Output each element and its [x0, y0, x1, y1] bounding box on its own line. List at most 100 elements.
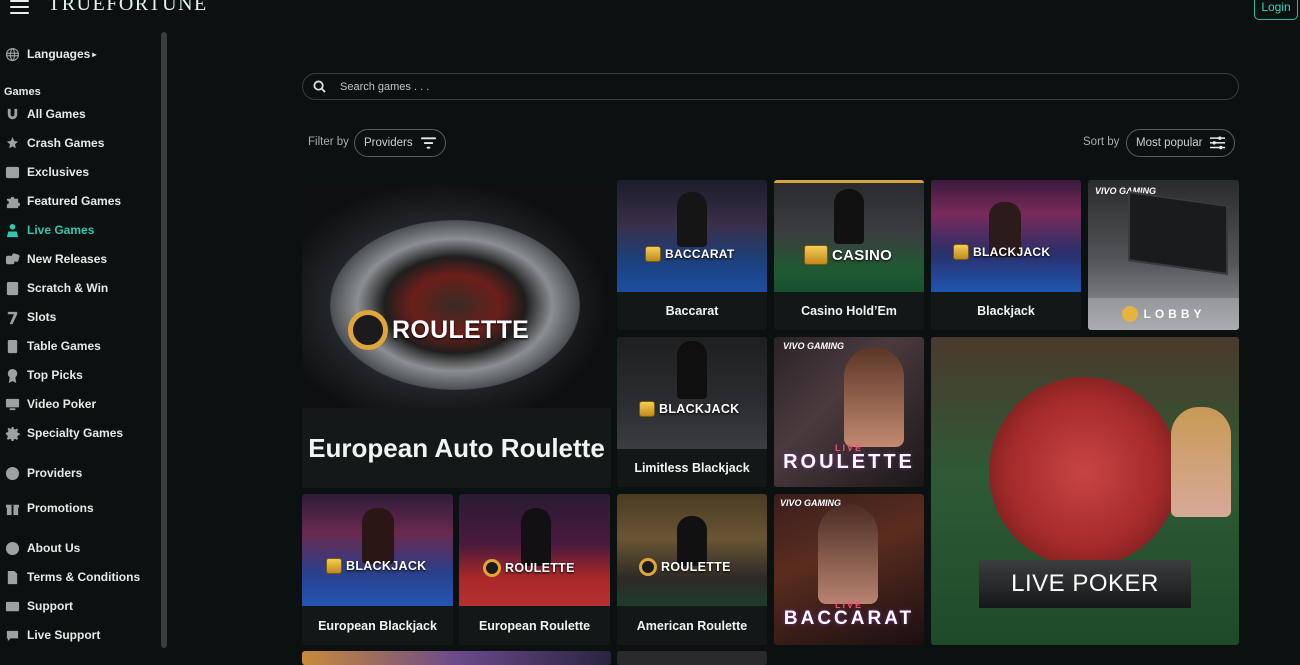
- game-tile[interactable]: LIVE POKER: [931, 337, 1239, 645]
- sidebar-item-label: Live Support: [27, 628, 101, 642]
- game-tile[interactable]: VIVO GAMING LOBBY: [1088, 180, 1239, 330]
- card-icon: [4, 338, 20, 354]
- filter-value: Providers: [364, 137, 413, 149]
- game-tile[interactable]: ROULETTE European Auto Roulette: [302, 180, 611, 488]
- game-thumbnail: BLACKJACK: [617, 337, 767, 449]
- medal-icon: [4, 367, 20, 383]
- scratch-card-icon: [4, 280, 20, 296]
- chip-icon: [4, 465, 20, 481]
- game-thumbnail: CASINO: [774, 180, 924, 292]
- sidebar-item-slots[interactable]: Slots: [4, 307, 56, 327]
- chat-icon: [4, 627, 20, 643]
- sidebar-item-video-poker[interactable]: Video Poker: [4, 394, 96, 414]
- game-brand-label: BACCARAT: [783, 608, 915, 629]
- game-tile[interactable]: BLACKJACK European Blackjack: [302, 494, 453, 645]
- gift-icon: [4, 500, 20, 516]
- sidebar-item-specialty-games[interactable]: Specialty Games: [4, 423, 123, 443]
- sidebar-item-providers[interactable]: Providers: [4, 463, 82, 483]
- game-thumbnail: BLACKJACK: [302, 494, 453, 606]
- puzzle-icon: [4, 193, 20, 209]
- game-thumbnail: ROULETTE: [459, 494, 610, 606]
- sidebar-item-new-releases[interactable]: New Releases: [4, 249, 107, 269]
- gear-icon: [4, 425, 20, 441]
- search-input[interactable]: [340, 80, 1200, 93]
- sort-value: Most popular: [1136, 137, 1203, 149]
- sidebar-item-label: Exclusives: [27, 165, 90, 179]
- sidebar-item-about-us[interactable]: About Us: [4, 538, 80, 558]
- game-title: European Roulette: [459, 606, 610, 645]
- sidebar-item-label: Featured Games: [27, 194, 122, 208]
- game-brand-label: ROULETTE: [483, 559, 575, 577]
- info-icon: [4, 540, 20, 556]
- dealer-figure: [677, 341, 707, 399]
- sidebar-item-terms-conditions[interactable]: Terms & Conditions: [4, 567, 140, 587]
- provider-logo: VIVO GAMING: [783, 341, 845, 351]
- games-heading: Games: [4, 86, 41, 98]
- sidebar-item-all-games[interactable]: All Games: [4, 104, 86, 124]
- game-tile[interactable]: VIVO GAMING LIVE ROULETTE: [774, 337, 924, 487]
- sidebar-item-label: Table Games: [27, 339, 101, 353]
- chevron-right-icon: ▸: [92, 49, 97, 59]
- game-tile[interactable]: [617, 651, 767, 665]
- menu-icon[interactable]: [10, 0, 30, 14]
- dealer-figure: [834, 189, 864, 244]
- dealer-figure: [677, 192, 707, 247]
- sidebar-item-promotions[interactable]: Promotions: [4, 498, 94, 518]
- game-tile[interactable]: VIVO GAMING LIVE BACCARAT: [774, 494, 924, 645]
- game-brand-label: BLACKJACK: [639, 401, 739, 417]
- sidebar-item-live-games[interactable]: Live Games: [4, 220, 94, 240]
- login-button[interactable]: Login: [1254, 0, 1298, 20]
- game-tile[interactable]: [302, 651, 611, 665]
- site-logo[interactable]: TRUEFORTUNE: [48, 0, 208, 20]
- laptop-image: [1128, 190, 1228, 276]
- search-bar[interactable]: [302, 73, 1239, 100]
- sidebar-item-label: Providers: [27, 466, 83, 480]
- roulette-wheel: [330, 220, 580, 390]
- logo-text: TRUEFORTUNE: [48, 0, 208, 15]
- dealer-figure: [521, 508, 551, 566]
- document-icon: [4, 569, 20, 585]
- game-tile[interactable]: ROULETTE American Roulette: [617, 494, 767, 645]
- sliders-icon: [1210, 136, 1226, 150]
- filter-icon: [420, 137, 436, 149]
- game-tile[interactable]: ROULETTE European Roulette: [459, 494, 610, 645]
- provider-logo: VIVO GAMING: [780, 498, 842, 508]
- host-figure: [818, 504, 878, 604]
- sidebar-item-label: New Releases: [27, 252, 108, 266]
- game-title: European Blackjack: [302, 606, 453, 645]
- sidebar-item-table-games[interactable]: Table Games: [4, 336, 101, 356]
- sidebar-item-label: Live Games: [27, 223, 95, 237]
- sidebar-item-featured-games[interactable]: Featured Games: [4, 191, 121, 211]
- sidebar-item-label: Scratch & Win: [27, 281, 109, 295]
- sidebar-item-crash-games[interactable]: Crash Games: [4, 133, 104, 153]
- seven-icon: [4, 309, 20, 325]
- game-brand-label: LIVE POKER: [979, 560, 1191, 608]
- game-tile[interactable]: CASINO Casino Hold’Em: [774, 180, 924, 330]
- game-brand-label: ROULETTE: [783, 451, 915, 473]
- sort-dropdown[interactable]: Most popular: [1126, 129, 1236, 157]
- languages-menu[interactable]: Languages ▸: [4, 44, 96, 64]
- game-brand-label: ROULETTE: [348, 310, 529, 350]
- sidebar-scrollbar[interactable]: [161, 32, 167, 648]
- sidebar-item-label: Crash Games: [27, 136, 105, 150]
- sidebar-item-exclusives[interactable]: Exclusives: [4, 162, 89, 182]
- providers-filter-button[interactable]: Providers: [354, 129, 446, 157]
- sidebar-item-top-picks[interactable]: Top Picks: [4, 365, 83, 385]
- sidebar-item-scratch-win[interactable]: Scratch & Win: [4, 278, 108, 298]
- languages-label: Languages: [27, 47, 91, 61]
- sidebar-item-label: Slots: [27, 310, 57, 324]
- exclusive-icon: [4, 164, 20, 180]
- dealer-figure: [362, 508, 394, 564]
- sidebar-item-support[interactable]: Support: [4, 596, 73, 616]
- monitor-icon: [4, 396, 20, 412]
- sidebar-item-live-support[interactable]: Live Support: [4, 625, 100, 645]
- game-brand-label: BLACKJACK: [326, 558, 426, 574]
- game-title: American Roulette: [617, 606, 767, 645]
- game-tile[interactable]: BACCARAT Baccarat: [617, 180, 767, 330]
- roulette-table-image: [989, 377, 1179, 567]
- game-tile[interactable]: BLACKJACK Blackjack: [931, 180, 1081, 330]
- host-figure: [844, 347, 904, 447]
- host-figure: [1171, 407, 1231, 517]
- horseshoe-icon: [4, 106, 20, 122]
- game-tile[interactable]: BLACKJACK Limitless Blackjack: [617, 337, 767, 487]
